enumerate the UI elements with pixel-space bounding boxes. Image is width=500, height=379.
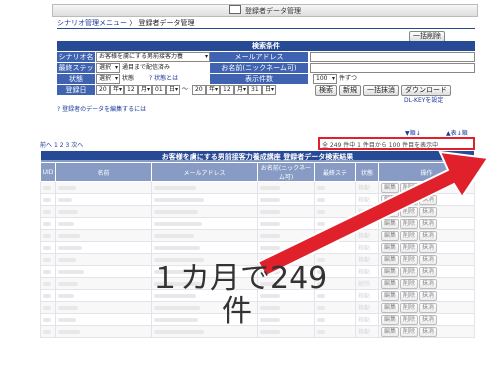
annotation-line-1: １カ月で249 <box>150 261 328 296</box>
red-arrow-icon <box>256 150 490 278</box>
annotation-line-2: 件 <box>222 294 252 329</box>
annotation-text: １カ月で249 件 <box>150 262 327 328</box>
